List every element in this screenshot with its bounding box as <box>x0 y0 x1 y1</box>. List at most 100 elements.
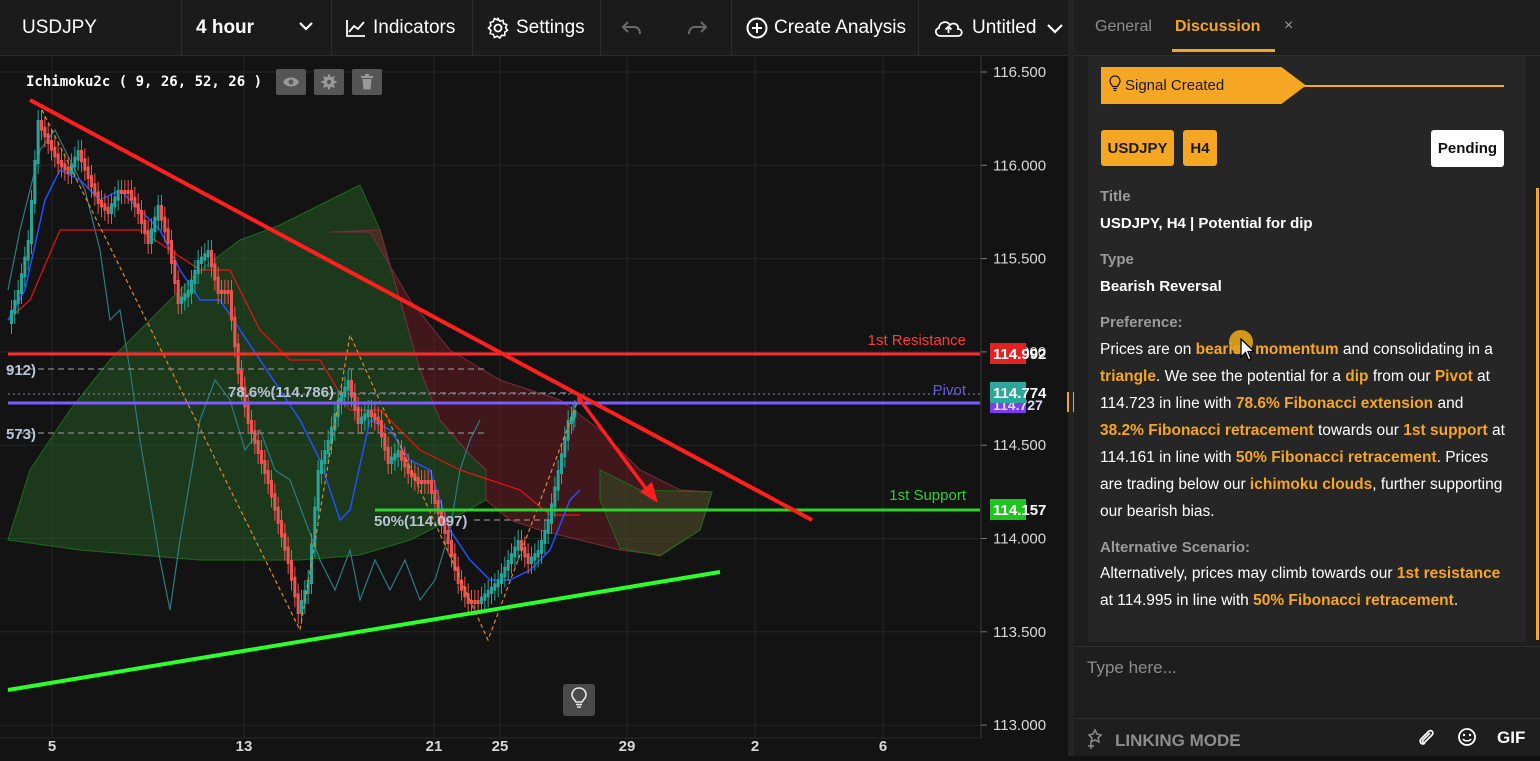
candle-body <box>253 430 257 444</box>
paragraph-text: at 114.995 in line with <box>1100 592 1254 609</box>
candle-body <box>53 146 57 158</box>
lightbulb-button[interactable] <box>563 684 595 716</box>
resistance-price-tag: 114.992 <box>993 346 1046 363</box>
price-tick-label: 114.000 <box>993 531 1046 548</box>
candle-body <box>433 490 437 504</box>
chart-canvas[interactable]: 1st Resistance Pivot 1st Support 78.6%(1… <box>0 56 1068 756</box>
indicators-label: Indicators <box>373 16 456 38</box>
candle-body <box>546 520 550 534</box>
candle-body <box>130 190 133 201</box>
panel-footer: LINKING MODE GIF <box>1074 718 1540 757</box>
candle-body <box>250 420 253 434</box>
candle-body <box>450 540 453 558</box>
paragraph-text: from our <box>1368 368 1435 385</box>
paragraph-text: Alternatively, prices may climb towards … <box>1100 565 1397 582</box>
candle-body <box>176 280 180 304</box>
linking-mode-label[interactable]: LINKING MODE <box>1115 731 1241 751</box>
candle-body <box>153 216 157 233</box>
candle-body <box>343 386 347 398</box>
eye-icon[interactable] <box>276 69 307 95</box>
linking-mode-icon[interactable] <box>1084 728 1106 755</box>
candle-body <box>533 553 537 561</box>
emoji-icon[interactable] <box>1457 727 1477 752</box>
candle-body <box>163 216 167 233</box>
settings-button[interactable]: Settings <box>487 0 585 55</box>
candle-body <box>346 380 350 391</box>
candle-body <box>350 380 353 398</box>
timeframe-selector[interactable]: 4 hour <box>196 0 320 55</box>
candle-body <box>376 416 380 424</box>
divider <box>181 0 182 55</box>
pivot-label: Pivot <box>933 382 967 399</box>
candle-body <box>23 256 27 278</box>
lightbulb-icon <box>571 686 587 714</box>
candle-body <box>483 593 487 601</box>
untitled-menu[interactable]: Untitled <box>932 0 1064 55</box>
highlighted-term: ichimoku clouds <box>1249 476 1373 493</box>
candle-body <box>116 190 120 201</box>
trash-icon[interactable] <box>352 69 383 95</box>
candle-body <box>323 450 327 464</box>
gear-icon[interactable] <box>314 69 345 95</box>
pivot-price-tag: 114.774 <box>993 385 1047 402</box>
paragraph-text: and consolidating in a <box>1338 341 1493 358</box>
candle-body <box>30 200 33 244</box>
candle-body <box>373 413 377 421</box>
candle-body <box>386 446 390 464</box>
symbol-tag: USDJPY <box>1101 130 1174 166</box>
candle-body <box>223 290 227 294</box>
indicators-button[interactable]: Indicators <box>345 0 455 55</box>
tab-discussion[interactable]: Discussion <box>1175 18 1260 36</box>
message-input[interactable]: Type here... <box>1074 646 1540 691</box>
alternative-label: Alternative Scenario: <box>1100 539 1251 556</box>
divider <box>918 0 919 55</box>
candle-body <box>13 300 17 314</box>
candle-body <box>316 470 320 511</box>
status-badge: Pending <box>1431 130 1504 167</box>
candle-body <box>313 506 317 548</box>
redo-button[interactable] <box>686 0 708 55</box>
candle-body <box>193 270 197 284</box>
date-tick-label: 25 <box>492 738 509 755</box>
alternative-text: Alternatively, prices may climb towards … <box>1100 560 1510 614</box>
candle-body <box>446 530 450 544</box>
candle-body <box>260 450 263 464</box>
candle-body <box>180 296 183 304</box>
candle-body <box>326 440 330 454</box>
message-input-placeholder: Type here... <box>1087 658 1177 677</box>
paperclip-icon[interactable] <box>1417 727 1435 754</box>
price-chart[interactable]: 1st Resistance Pivot 1st Support 78.6%(1… <box>0 56 1068 756</box>
candle-body <box>503 566 507 578</box>
indicator-label: Ichimoku2c ( 9, 26, 52, 26 ) <box>26 74 263 90</box>
candle-body <box>540 540 543 554</box>
close-icon[interactable]: × <box>1284 17 1293 35</box>
candle-body <box>370 410 373 418</box>
scrollbar[interactable] <box>1536 188 1539 640</box>
date-tick-label: 21 <box>426 738 443 755</box>
candle-body <box>430 480 433 494</box>
candle-body <box>396 450 400 458</box>
candle-body <box>256 440 260 454</box>
panel-tabs: General Discussion × <box>1074 0 1540 56</box>
symbol-selector[interactable]: USDJPY <box>22 0 97 55</box>
highlighted-term: 50% Fibonacci retracement <box>1253 592 1454 609</box>
candle-body <box>513 546 517 558</box>
candle-body <box>383 433 387 451</box>
highlighted-term: triangle <box>1100 368 1156 385</box>
create-analysis-button[interactable]: Create Analysis <box>746 0 906 55</box>
candle-body <box>40 120 43 131</box>
candle-body <box>356 406 360 424</box>
candle-body <box>220 290 223 294</box>
candle-body <box>173 260 177 284</box>
undo-button[interactable] <box>621 0 643 55</box>
candle-body <box>166 228 170 244</box>
candle-body <box>293 576 297 598</box>
chart-toolbar: USDJPY 4 hour Indicators Settings Create… <box>0 0 1068 56</box>
candle-body <box>100 200 103 208</box>
gif-button[interactable]: GIF <box>1497 728 1525 748</box>
title-label: Title <box>1100 188 1131 205</box>
candle-body <box>550 503 553 524</box>
tab-general[interactable]: General <box>1095 18 1152 36</box>
candle-body <box>280 520 283 538</box>
candle-body <box>186 290 190 298</box>
